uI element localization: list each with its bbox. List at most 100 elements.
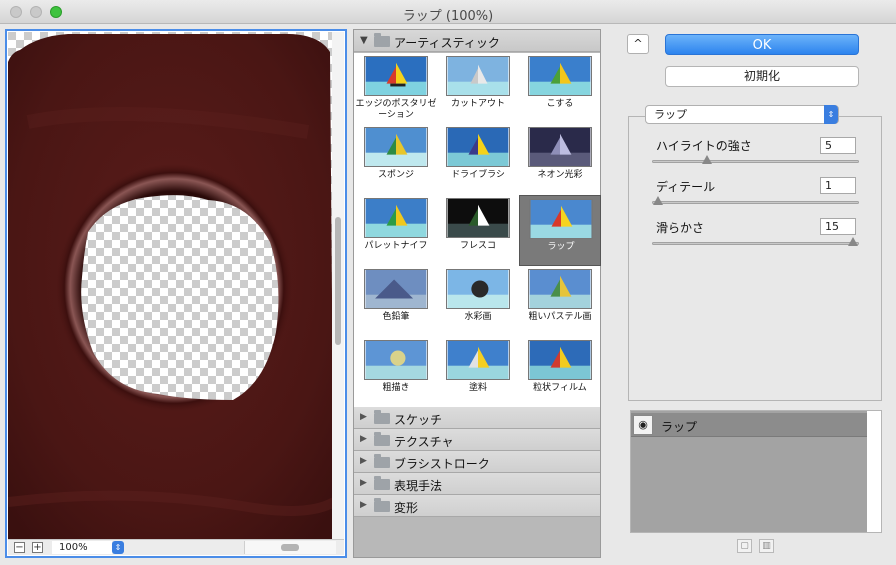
group-distort[interactable]: ▶ 変形 (354, 495, 600, 517)
filter-neon-glow[interactable]: ネオン光彩 (519, 124, 601, 195)
filter-thumbnail (364, 340, 428, 380)
effect-layer-name: ラップ (661, 420, 698, 434)
effect-layers-panel: ◉ ラップ (630, 410, 882, 533)
filter-label: 水彩画 (464, 312, 492, 322)
group-label: テクスチャ (394, 435, 454, 449)
reset-button[interactable]: 初期化 (665, 66, 859, 87)
group-label: 変形 (394, 501, 419, 515)
filter-thumbnail (364, 198, 428, 238)
filter-label: 粒状フィルム (533, 383, 587, 393)
preview-panel: − + 100% ⇕ (5, 29, 347, 558)
folder-icon (374, 33, 390, 47)
dropdown-arrows-icon: ⇕ (824, 105, 838, 124)
smoothness-input[interactable]: 15 (820, 218, 856, 235)
filter-label: 粗描き (382, 383, 410, 393)
effect-layer-row[interactable]: ◉ ラップ (631, 413, 867, 437)
folder-icon (374, 476, 390, 490)
filter-thumbnail (446, 56, 510, 96)
group-stylize[interactable]: ▶ 表現手法 (354, 473, 600, 495)
filter-label: カットアウト (450, 99, 505, 109)
filter-dry-brush[interactable]: ドライブラシ (437, 124, 519, 195)
folder-icon (374, 498, 390, 512)
filter-gallery: ▼ アーティスティック エッジのポスタリゼーション カットアウト こする スポン… (353, 29, 601, 558)
title-bar: ラップ (100%) (0, 0, 896, 24)
filter-thumbnail (364, 269, 428, 309)
filter-palette-knife[interactable]: パレットナイフ (355, 195, 437, 266)
filter-label: フレスコ (459, 241, 496, 251)
filter-thumbnail (446, 198, 510, 238)
zoom-dropdown-icon[interactable]: ⇕ (112, 541, 124, 554)
highlight-strength-input[interactable]: 5 (820, 137, 856, 154)
filter-paint-daubs[interactable]: 塗料 (437, 337, 519, 408)
preview-horizontal-scroll-thumb[interactable] (281, 544, 299, 551)
detail-input[interactable]: 1 (820, 177, 856, 194)
filter-colored-pencil[interactable]: 色鉛筆 (355, 266, 437, 337)
filter-rough-pastels[interactable]: 粗いパステル画 (519, 266, 601, 337)
group-sketch[interactable]: ▶ スケッチ (354, 407, 600, 429)
preview-vertical-scroll-thumb[interactable] (335, 217, 341, 345)
filter-thumbnail (446, 340, 510, 380)
expanded-triangle-icon: ▼ (360, 35, 368, 46)
filter-label: 粗いパステル画 (528, 312, 592, 322)
filter-label: 塗料 (468, 383, 487, 393)
filter-label: パレットナイフ (364, 241, 428, 251)
effect-layers-list: ◉ ラップ (631, 411, 867, 532)
smoothness-slider[interactable] (652, 237, 859, 246)
smoothness-label: 滑らかさ (656, 221, 705, 235)
zoom-level: 100% (52, 541, 112, 554)
slider-knob[interactable] (701, 155, 712, 164)
filter-label: エッジのポスタリゼーション (355, 99, 437, 120)
slider-knob[interactable] (653, 196, 663, 205)
filter-select[interactable]: ラップ ⇕ (645, 105, 839, 124)
preview-vertical-scrollbar[interactable] (332, 32, 344, 542)
collapsed-triangle-icon: ▶ (360, 412, 367, 422)
preview-zoom-bar: − + 100% ⇕ (8, 539, 344, 555)
collapse-gallery-button[interactable]: ^ (627, 34, 649, 54)
filter-plastic-wrap[interactable]: ラップ (519, 195, 601, 266)
zoom-out-button[interactable]: − (14, 542, 25, 553)
collapsed-triangle-icon: ▶ (360, 500, 367, 510)
filter-thumbnail (528, 269, 592, 309)
folder-icon (374, 410, 390, 424)
zoom-in-button[interactable]: + (32, 542, 43, 553)
filter-poster-edges[interactable]: エッジのポスタリゼーション (355, 53, 437, 124)
group-artistic[interactable]: ▼ アーティスティック (354, 30, 600, 52)
filter-cutout[interactable]: カットアウト (437, 53, 519, 124)
collapsed-triangle-icon: ▶ (360, 434, 367, 444)
filter-settings-panel (628, 116, 882, 401)
filter-thumbnail (529, 199, 593, 239)
group-texture[interactable]: ▶ テクスチャ (354, 429, 600, 451)
filter-smudge[interactable]: こする (519, 53, 601, 124)
group-label: スケッチ (394, 413, 443, 427)
filter-thumbnail (528, 340, 592, 380)
filter-fresco[interactable]: フレスコ (437, 195, 519, 266)
filter-label: ネオン光彩 (537, 170, 583, 180)
preview-canvas[interactable] (8, 32, 334, 542)
preview-horizontal-scrollbar[interactable] (244, 541, 336, 554)
filter-label: ドライブラシ (451, 170, 505, 180)
detail-slider[interactable] (652, 196, 859, 205)
collapsed-triangle-icon: ▶ (360, 456, 367, 466)
slider-knob[interactable] (848, 237, 858, 246)
filter-thumbnail (364, 127, 428, 167)
filter-underpainting[interactable]: 粗描き (355, 337, 437, 408)
eye-icon[interactable]: ◉ (633, 415, 653, 435)
filter-thumbnail (446, 269, 510, 309)
collapsed-triangle-icon: ▶ (360, 478, 367, 488)
filter-sponge[interactable]: スポンジ (355, 124, 437, 195)
highlight-strength-slider[interactable] (652, 155, 859, 164)
filter-label: ラップ (547, 242, 575, 252)
ok-button[interactable]: OK (665, 34, 859, 55)
trash-icon[interactable]: ▥ (759, 539, 774, 553)
preview-image (8, 32, 334, 542)
folder-icon (374, 454, 390, 468)
filter-thumbnails: エッジのポスタリゼーション カットアウト こする スポンジ ドライブラシ ネオン… (354, 53, 601, 428)
filter-label: スポンジ (377, 170, 414, 180)
folder-icon (374, 432, 390, 446)
filter-watercolor[interactable]: 水彩画 (437, 266, 519, 337)
filter-label: 色鉛筆 (382, 312, 410, 322)
window-title: ラップ (100%) (402, 9, 494, 24)
filter-film-grain[interactable]: 粒状フィルム (519, 337, 601, 408)
new-effect-layer-icon[interactable]: ▢ (737, 539, 752, 553)
group-brush-strokes[interactable]: ▶ ブラシストローク (354, 451, 600, 473)
